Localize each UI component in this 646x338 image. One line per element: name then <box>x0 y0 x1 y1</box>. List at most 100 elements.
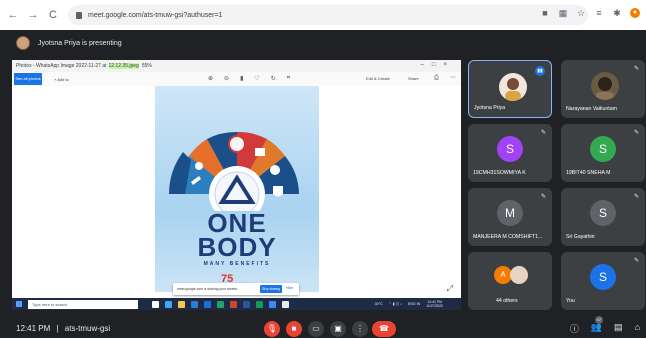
word-icon[interactable] <box>243 300 250 308</box>
photos-title-zoom: 55% <box>141 63 152 69</box>
people-count-badge: 47 <box>594 316 603 324</box>
mic-off-icon: ✎ <box>633 130 639 136</box>
participant-avatar: M <box>497 200 523 226</box>
browser-extensions: ■ ▦ ☆ ≡ ✱ ● <box>540 8 640 18</box>
participant-avatar: S <box>590 264 616 290</box>
participant-name: 19BIT40 SNEHA M <box>566 170 611 176</box>
zoom-in-icon[interactable]: ⊕ <box>208 75 213 82</box>
excel-icon[interactable] <box>217 300 224 308</box>
participant-photo <box>499 73 527 101</box>
crop-icon[interactable]: ⌗ <box>287 75 290 82</box>
tray-language: ENG IN <box>407 302 421 306</box>
photos-toolbar: See all photos + Add to ⊕ ⊖ ▮ ♡ ↻ ⌗ Edit… <box>12 72 461 86</box>
tray-icons[interactable]: ⌃ ▮ ◫ ♪ <box>389 302 402 306</box>
participant-tile-others[interactable]: A 44 others <box>468 252 552 310</box>
participant-photo <box>591 72 619 100</box>
edit-create-button[interactable]: Edit & Create <box>366 76 390 81</box>
tray-clock[interactable]: 12:41 PM 11/27/2022 <box>426 300 443 308</box>
mic-off-icon: ✎ <box>633 66 639 72</box>
screen-share-notice: meet.google.com is sharing your screen. … <box>173 283 299 295</box>
store-icon[interactable] <box>191 300 198 308</box>
playlist-icon[interactable]: ≡ <box>594 8 604 18</box>
expand-icon[interactable]: ⤢ <box>447 284 453 294</box>
photo-tools: ⊕ ⊖ ▮ ♡ ↻ ⌗ <box>208 75 290 82</box>
others-count: 44 others <box>496 298 518 304</box>
presenter-avatar <box>16 36 30 50</box>
browser-toolbar: ← → C meet.google.com/ats-tmuw-gsi?authu… <box>0 0 646 30</box>
print-icon[interactable]: ⎙ <box>434 75 439 82</box>
extensions-icon[interactable]: ✱ <box>612 8 622 18</box>
add-to-button[interactable]: + Add to <box>54 77 69 82</box>
file-explorer-icon[interactable] <box>178 300 185 308</box>
delete-icon[interactable]: ▮ <box>240 75 243 82</box>
photos-title-prefix: Photos - WhatsApp Image 2022-11-27 at <box>16 63 107 69</box>
mic-off-icon: ✎ <box>540 130 546 136</box>
address-bar[interactable]: meet.google.com/ats-tmuw-gsi?authuser=1 <box>68 5 588 25</box>
taskbar-search-placeholder: Type here to search <box>32 301 68 307</box>
see-all-photos-button[interactable]: See all photos <box>14 73 42 85</box>
forward-button[interactable]: → <box>26 8 40 22</box>
stop-sharing-button[interactable]: Stop sharing <box>260 285 282 293</box>
share-notice-text: meet.google.com is sharing your screen. <box>177 287 239 291</box>
share-button[interactable]: Share <box>408 76 419 81</box>
presenting-text: Jyotsna Priya is presenting <box>38 39 122 47</box>
taskbar-search[interactable]: Type here to search <box>28 299 138 309</box>
zoom-out-icon[interactable]: ⊖ <box>224 75 229 82</box>
chrome-icon[interactable] <box>269 300 276 308</box>
participant-tile-sowmiya[interactable]: S ✎ 19CMH31SOWMIYA K <box>468 124 552 182</box>
profile-avatar[interactable]: ● <box>630 8 640 18</box>
speaking-indicator-icon: ▮▮ <box>535 66 545 76</box>
activities-icon[interactable]: ⌂ <box>635 322 640 335</box>
participant-tile-narayanan[interactable]: ✎ Narayanan Vaikuntam <box>561 60 645 118</box>
participant-name: MANJEERA M COMSHIFT1... <box>473 234 543 240</box>
powerpoint-icon[interactable] <box>230 300 237 308</box>
info-icon[interactable]: ⓘ <box>570 322 579 335</box>
people-icon[interactable]: 👥 47 <box>591 316 603 335</box>
photos-app-icon[interactable] <box>256 300 263 308</box>
present-button[interactable]: ▣ <box>330 321 346 337</box>
reload-button[interactable]: C <box>46 8 60 22</box>
edge-icon[interactable] <box>165 300 172 308</box>
camera-icon[interactable]: ■ <box>540 8 550 18</box>
poster-many-benefits-text: MANY BENEFITS <box>203 261 271 267</box>
participant-name: You <box>566 298 575 304</box>
meeting-separator: | <box>56 324 59 333</box>
task-view-icon[interactable] <box>152 300 159 308</box>
end-call-button[interactable]: ☎ <box>372 321 396 337</box>
participant-avatar: S <box>497 136 523 162</box>
participant-tile-sneha[interactable]: S ✎ 19BIT40 SNEHA M <box>561 124 645 182</box>
participant-tile-jyotsna[interactable]: ▮▮ Jyotsna Priya <box>468 60 552 118</box>
more-options-button[interactable]: ⋮ <box>352 321 368 337</box>
participant-tile-manjeera[interactable]: M ✎ MANJEERA M COMSHIFT1... <box>468 188 552 246</box>
poster-wheel-graphic <box>169 131 299 222</box>
mic-off-icon: ✎ <box>633 258 639 264</box>
shared-screen: Photos - WhatsApp Image 2022-11-27 at 12… <box>12 60 461 310</box>
tray-clock-date: 11/27/2022 <box>426 304 443 308</box>
camera-toggle-button[interactable]: ■ <box>286 321 302 337</box>
meeting-code: ats-tmuw-gsi <box>64 324 111 333</box>
back-button[interactable]: ← <box>6 8 20 22</box>
captions-button[interactable]: ▭ <box>308 321 324 337</box>
more-icon[interactable]: ⋯ <box>450 74 456 81</box>
poster-image: ONE BODY MANY BENEFITS 75 <box>155 86 319 292</box>
participant-name: Narayanan Vaikuntam <box>566 106 617 112</box>
mic-off-icon: ✎ <box>633 194 639 200</box>
grid-icon[interactable]: ▦ <box>558 8 568 18</box>
windows-start-icon[interactable] <box>16 301 22 307</box>
mic-toggle-button[interactable]: 🎙 <box>264 321 280 337</box>
others-avatar-photo <box>510 266 528 284</box>
star-icon[interactable]: ☆ <box>576 8 586 18</box>
chat-icon[interactable]: ▤ <box>614 322 623 335</box>
rotate-icon[interactable]: ↻ <box>271 75 276 82</box>
window-controls[interactable]: –□× <box>421 62 455 68</box>
favorite-icon[interactable]: ♡ <box>254 75 259 82</box>
participant-name: 19CMH31SOWMIYA K <box>473 170 526 176</box>
tray-temperature: 30°C <box>374 302 383 306</box>
meet-side-controls: ⓘ 👥 47 ▤ ⌂ <box>570 316 640 335</box>
app-icon[interactable] <box>282 300 289 308</box>
mail-icon[interactable] <box>204 300 211 308</box>
hide-button[interactable]: Hide <box>286 286 293 290</box>
participant-tile-gayathiri[interactable]: S ✎ Sri Gayathiri <box>561 188 645 246</box>
url-text: meet.google.com/ats-tmuw-gsi?authuser=1 <box>88 11 223 19</box>
participant-tile-you[interactable]: S ✎ You <box>561 252 645 310</box>
